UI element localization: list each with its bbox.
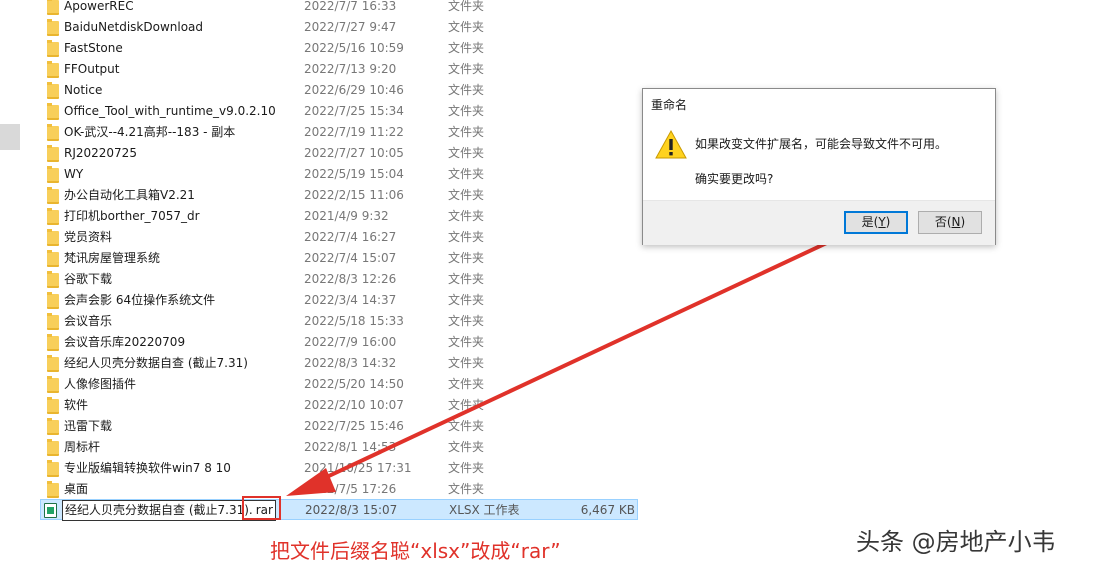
arrow-head bbox=[286, 468, 336, 496]
yes-label-close: ) bbox=[885, 215, 891, 229]
dialog-question: 确实要更改吗? bbox=[695, 172, 774, 186]
yes-accelerator: Y bbox=[878, 215, 886, 229]
no-button[interactable]: 否(N) bbox=[918, 211, 982, 234]
dialog-footer: 是(Y) 否(N) bbox=[643, 200, 995, 245]
warning-icon bbox=[655, 129, 687, 159]
rename-confirm-dialog: 重命名 如果改变文件扩展名，可能会导致文件不可用。 确实要更改吗? 是(Y) 否… bbox=[642, 88, 996, 245]
watermark: 头条 @房地产小韦 bbox=[856, 528, 1056, 556]
arrow-shaft bbox=[315, 231, 849, 484]
annotation-caption: 把文件后缀名聪“xlsx”改成“rar” bbox=[270, 539, 561, 563]
dialog-message: 如果改变文件扩展名，可能会导致文件不可用。 bbox=[695, 137, 948, 151]
yes-button[interactable]: 是(Y) bbox=[844, 211, 908, 234]
no-label: 否( bbox=[934, 215, 952, 229]
annotation-arrow bbox=[286, 231, 849, 496]
yes-label: 是( bbox=[861, 215, 879, 229]
dialog-title: 重命名 bbox=[651, 98, 688, 112]
no-label-close: ) bbox=[960, 215, 966, 229]
